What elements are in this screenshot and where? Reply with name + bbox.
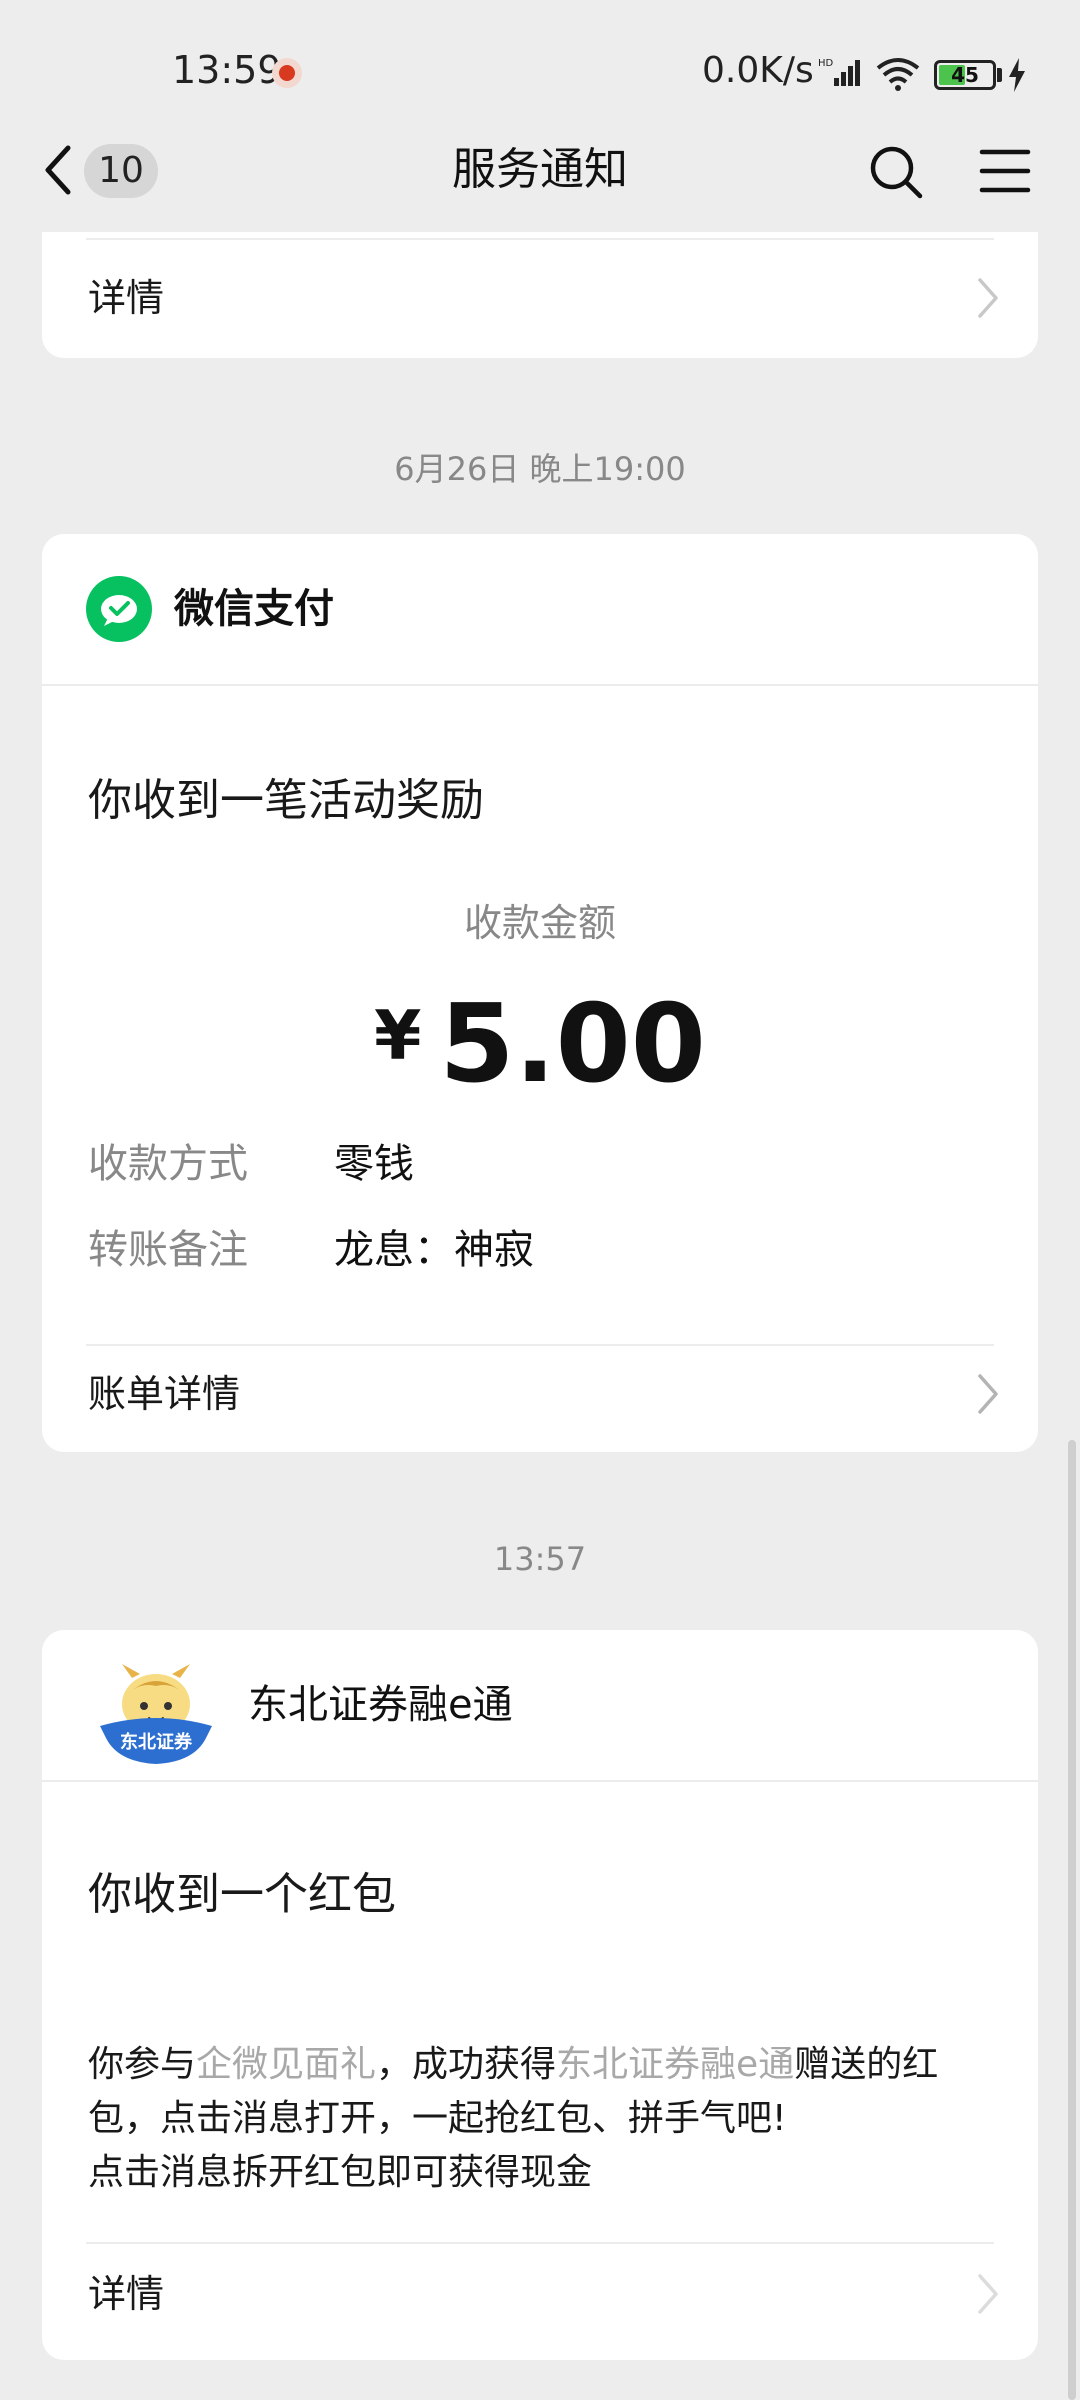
detail-label: 详情 — [88, 276, 165, 320]
network-speed: 0.0K/s — [702, 50, 814, 91]
chevron-right-icon — [978, 278, 998, 318]
securities-notice-card[interactable]: 东北证券 东北证券融e通 你收到一个红包 你参与企微见面礼，成功获得东北证券融e… — [42, 1630, 1038, 2360]
campaign-link[interactable]: 企微见面礼 — [196, 2044, 376, 2085]
app-name: 微信支付 — [174, 586, 334, 632]
payment-method-row: 收款方式 零钱 — [88, 1134, 988, 1194]
battery-cap — [997, 68, 1002, 82]
amount-number: 5.00 — [439, 982, 706, 1107]
bill-detail-label: 账单详情 — [88, 1372, 241, 1416]
svg-text:HD: HD — [818, 58, 834, 69]
amount-value: ¥5.00 — [42, 982, 1038, 1107]
menu-icon[interactable] — [978, 146, 1032, 196]
bill-detail-row[interactable]: 账单详情 — [42, 1334, 1038, 1454]
transfer-remark-value: 龙息：神寂 — [334, 1227, 534, 1273]
notice-title: 你收到一个红包 — [88, 1869, 396, 1920]
detail-row[interactable]: 详情 — [42, 2234, 1038, 2354]
wechat-pay-notice-card[interactable]: 微信支付 你收到一笔活动奖励 收款金额 ¥5.00 收款方式 零钱 转账备注 龙… — [42, 534, 1038, 1452]
battery-icon: 45 — [934, 60, 996, 90]
securities-logo-icon: 东北证券 — [100, 1664, 212, 1764]
status-time: 13:59 — [172, 48, 282, 92]
message-timestamp: 6月26日 晚上19:00 — [394, 450, 686, 488]
app-header[interactable]: 微信支付 — [42, 534, 1038, 684]
chevron-right-icon — [978, 2274, 998, 2314]
app-name: 东北证券融e通 — [248, 1682, 513, 1728]
notice-title: 你收到一笔活动奖励 — [88, 775, 484, 826]
charging-icon — [1009, 58, 1025, 92]
transfer-remark-row: 转账备注 龙息：神寂 — [88, 1220, 988, 1280]
nav-bar: 10 服务通知 — [0, 120, 1080, 232]
detail-row[interactable]: 详情 — [42, 238, 1038, 358]
app-link[interactable]: 东北证券融e通 — [556, 2044, 794, 2085]
body-text-part: 你参与 — [88, 2044, 197, 2085]
transfer-remark-label: 转账备注 — [88, 1227, 248, 1273]
previous-notice-card[interactable]: 详情 — [42, 232, 1038, 358]
detail-label: 详情 — [88, 2272, 165, 2316]
message-timestamp: 13:57 — [493, 1540, 587, 1578]
chevron-right-icon — [978, 1374, 998, 1414]
body-text-line: 点击消息拆开红包即可获得现金 — [88, 2152, 593, 2193]
currency-symbol: ¥ — [374, 997, 422, 1076]
scrollbar[interactable] — [1068, 1440, 1076, 2400]
payment-method-label: 收款方式 — [88, 1141, 248, 1187]
notice-body-text: 你参与企微见面礼，成功获得东北证券融e通赠送的红包，点击消息打开，一起抢红包、拼… — [88, 2038, 1008, 2200]
search-icon[interactable] — [868, 144, 924, 200]
payment-method-value: 零钱 — [334, 1141, 414, 1187]
header-divider — [42, 1780, 1038, 1782]
notification-app-icon — [272, 58, 302, 88]
wechat-pay-icon — [86, 576, 152, 642]
wifi-icon — [876, 58, 920, 91]
header-divider — [42, 684, 1038, 686]
amount-label: 收款金额 — [463, 901, 616, 945]
battery-level: 45 — [951, 63, 979, 87]
app-header[interactable]: 东北证券 东北证券融e通 — [42, 1630, 1038, 1780]
body-text-part: ，成功获得 — [376, 2044, 557, 2085]
signal-icon: HD — [818, 58, 860, 86]
securities-logo-text: 东北证券 — [120, 1731, 193, 1753]
